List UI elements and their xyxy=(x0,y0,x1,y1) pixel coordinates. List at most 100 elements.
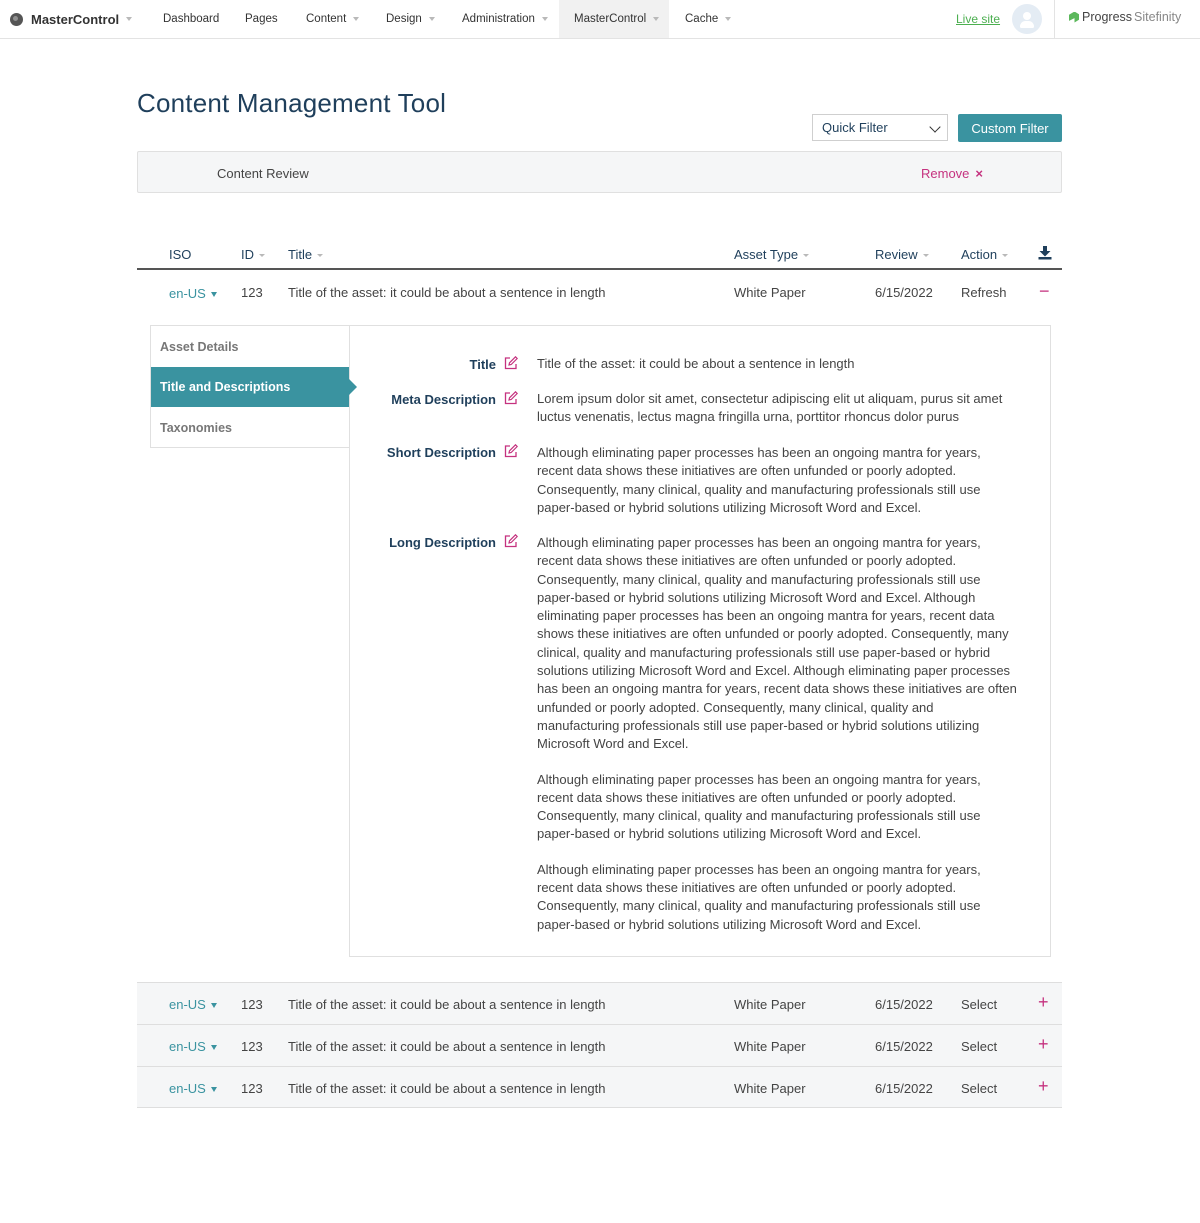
long-description-label: Long Description xyxy=(389,535,496,550)
column-header-action[interactable]: Action xyxy=(961,247,1009,262)
logo-progress-text: Progress xyxy=(1082,10,1133,24)
column-header-label: Action xyxy=(961,247,998,262)
edit-icon[interactable] xyxy=(504,356,518,370)
row-action[interactable]: Refresh xyxy=(961,285,1007,300)
meta-description-value: Lorem ipsum dolor sit amet, consectetur … xyxy=(537,391,1003,425)
row-action[interactable]: Select xyxy=(961,1039,997,1054)
column-header-asset-type[interactable]: Asset Type xyxy=(734,247,810,262)
column-header-review[interactable]: Review xyxy=(875,247,929,262)
edit-icon[interactable] xyxy=(504,391,518,405)
table-row[interactable]: en-US 123 Title of the asset: it could b… xyxy=(137,1066,1062,1108)
detail-tabs: Asset Details Title and Descriptions Tax… xyxy=(150,325,357,448)
row-id: 123 xyxy=(241,1039,263,1054)
row-action[interactable]: Select xyxy=(961,997,997,1012)
chevron-down-icon xyxy=(126,17,133,21)
expand-plus-icon[interactable]: + xyxy=(1038,1076,1049,1097)
chevron-down-icon xyxy=(929,121,941,133)
iso-select[interactable]: en-US xyxy=(169,1039,217,1054)
globe-icon xyxy=(10,12,23,26)
nav-item-label: Pages xyxy=(245,13,278,25)
live-site-link[interactable]: Live site xyxy=(956,12,1000,26)
row-asset-type: White Paper xyxy=(734,1039,806,1054)
long-description-paragraph: Although eliminating paper processes has… xyxy=(537,535,1017,752)
iso-value: en-US xyxy=(169,1081,206,1096)
close-icon: × xyxy=(975,166,984,181)
table-row[interactable]: en-US 123 Title of the asset: it could b… xyxy=(137,1024,1062,1066)
expand-plus-icon[interactable]: + xyxy=(1038,992,1049,1013)
tab-taxonomies[interactable]: Taxonomies xyxy=(151,408,349,448)
caret-down-icon xyxy=(210,1087,217,1093)
table-header-rule xyxy=(137,268,1062,270)
nav-item-label: Administration xyxy=(462,13,535,25)
row-asset-type: White Paper xyxy=(734,997,806,1012)
row-id: 123 xyxy=(241,1081,263,1096)
column-header-id[interactable]: ID xyxy=(241,247,265,262)
iso-select[interactable]: en-US xyxy=(169,997,217,1012)
row-review-date: 6/15/2022 xyxy=(875,1081,933,1096)
nav-item-label: Content xyxy=(306,13,347,25)
chevron-down-icon xyxy=(725,17,732,21)
collapse-minus-icon[interactable]: − xyxy=(1039,282,1050,300)
nav-item-label: Cache xyxy=(685,13,719,25)
long-description-value: Although eliminating paper processes has… xyxy=(537,534,1017,951)
quick-filter-select[interactable]: Quick Filter xyxy=(812,114,948,141)
sort-caret-icon xyxy=(803,254,810,258)
edit-icon[interactable] xyxy=(504,444,518,458)
row-id: 123 xyxy=(241,285,263,300)
expand-plus-icon[interactable]: + xyxy=(1038,1034,1049,1055)
nav-item-mastercontrol[interactable]: MasterControl xyxy=(559,0,669,38)
long-description-paragraph: Although eliminating paper processes has… xyxy=(537,861,981,932)
iso-select[interactable]: en-US xyxy=(169,1081,217,1096)
row-action[interactable]: Select xyxy=(961,1081,997,1096)
brand-menu[interactable]: MasterControl xyxy=(10,0,133,38)
nav-item-cache[interactable]: Cache xyxy=(685,0,732,38)
column-header-label: ID xyxy=(241,247,254,262)
row-asset-type: White Paper xyxy=(734,285,806,300)
top-navigation: MasterControl Dashboard Pages Content De… xyxy=(0,0,1200,39)
row-review-date: 6/15/2022 xyxy=(875,285,933,300)
nav-item-label: MasterControl xyxy=(574,13,647,25)
edit-icon[interactable] xyxy=(504,534,518,548)
column-header-iso[interactable]: ISO xyxy=(169,247,191,262)
row-asset-type: White Paper xyxy=(734,1081,806,1096)
iso-value: en-US xyxy=(169,286,206,301)
brand-label: MasterControl xyxy=(31,11,120,27)
sort-caret-icon xyxy=(1002,254,1009,258)
row-title: Title of the asset: it could be about a … xyxy=(288,1081,606,1096)
short-description-label: Short Description xyxy=(386,445,496,460)
page-title: Content Management Tool xyxy=(137,88,447,118)
short-description-value: Although eliminating paper processes has… xyxy=(537,445,981,515)
tab-title-and-descriptions[interactable]: Title and Descriptions xyxy=(151,367,357,407)
nav-item-design[interactable]: Design xyxy=(386,0,435,38)
iso-select[interactable]: en-US xyxy=(169,286,217,301)
iso-value: en-US xyxy=(169,997,206,1012)
sort-caret-icon xyxy=(259,254,265,258)
row-title: Title of the asset: it could be about a … xyxy=(288,1039,606,1054)
custom-filter-button[interactable]: Custom Filter xyxy=(958,114,1062,142)
row-title: Title of the asset: it could be about a … xyxy=(288,285,606,300)
user-avatar-icon[interactable] xyxy=(1012,4,1042,34)
title-field-value: Title of the asset: it could be about a … xyxy=(537,356,855,371)
column-header-title[interactable]: Title xyxy=(288,247,324,262)
remove-filter-button[interactable]: Remove × xyxy=(921,166,983,181)
tab-label: Taxonomies xyxy=(160,421,233,435)
column-header-label: ISO xyxy=(169,247,192,262)
column-header-label: Asset Type xyxy=(734,247,799,262)
download-icon[interactable] xyxy=(1038,246,1052,260)
tab-label: Title and Descriptions xyxy=(160,380,291,394)
nav-item-pages[interactable]: Pages xyxy=(245,0,278,38)
table-row[interactable]: en-US 123 Title of the asset: it could b… xyxy=(137,982,1062,1024)
nav-item-dashboard[interactable]: Dashboard xyxy=(163,0,219,38)
column-header-label: Review xyxy=(875,247,918,262)
row-id: 123 xyxy=(241,997,263,1012)
nav-item-label: Dashboard xyxy=(163,13,220,25)
nav-item-content[interactable]: Content xyxy=(306,0,360,38)
remove-filter-label: Remove xyxy=(921,166,970,181)
nav-item-administration[interactable]: Administration xyxy=(462,0,548,38)
progress-sitefinity-logo: Progress Sitefinity xyxy=(1069,10,1181,24)
active-filter-label: Content Review xyxy=(217,166,309,181)
chevron-down-icon xyxy=(653,17,660,21)
chevron-down-icon xyxy=(541,17,548,21)
logo-sitefinity-text: Sitefinity xyxy=(1134,10,1182,24)
tab-asset-details[interactable]: Asset Details xyxy=(151,327,349,367)
